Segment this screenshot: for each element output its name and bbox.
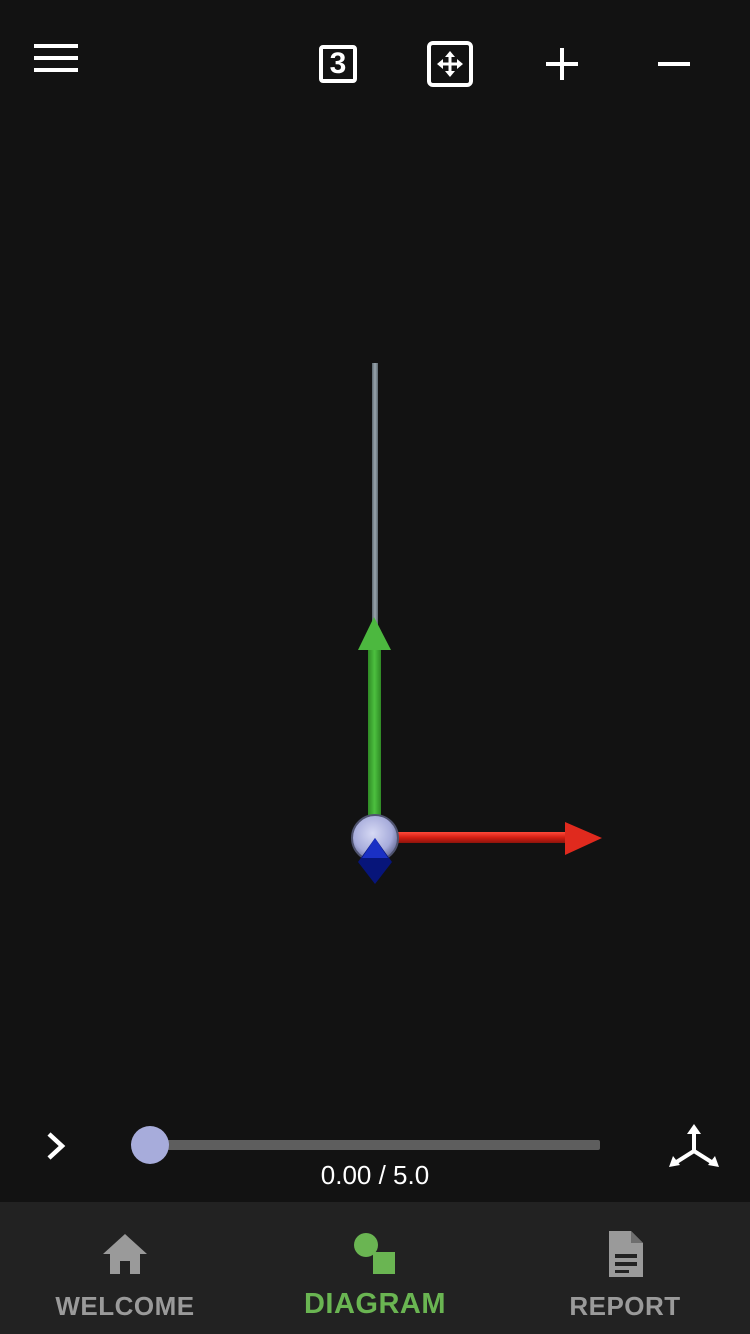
- shapes-icon: [350, 1230, 400, 1278]
- fit-to-screen-button[interactable]: [424, 38, 476, 90]
- time-slider-thumb[interactable]: [131, 1126, 169, 1164]
- zoom-in-button[interactable]: [536, 38, 588, 90]
- top-toolbar: 3: [0, 0, 750, 120]
- nav-report-label: REPORT: [569, 1291, 681, 1321]
- view-3d-button[interactable]: 3: [312, 38, 364, 90]
- nav-diagram-label: DIAGRAM: [303, 1288, 447, 1320]
- grey-rod: [372, 363, 378, 625]
- nav-report[interactable]: REPORT: [500, 1202, 750, 1334]
- time-label: 0.00 / 5.0: [320, 1160, 430, 1190]
- axes-triad-button[interactable]: [666, 1120, 722, 1176]
- playback-controls: 0.00 / 5.0: [0, 1110, 750, 1202]
- home-icon: [100, 1230, 150, 1278]
- nav-welcome[interactable]: WELCOME: [0, 1202, 250, 1334]
- diagram-canvas[interactable]: [0, 120, 750, 1110]
- x-axis-arrow: [393, 822, 602, 855]
- bottom-navigation: WELCOME DIAGRAM REPORT: [0, 1202, 750, 1334]
- scene-viewport: [351, 363, 602, 884]
- fit-to-screen-icon: [427, 41, 473, 87]
- nav-diagram[interactable]: DIAGRAM: [250, 1202, 500, 1334]
- time-slider-track[interactable]: [150, 1140, 600, 1150]
- nav-welcome-label: WELCOME: [55, 1291, 195, 1321]
- view-3d-icon: 3: [319, 45, 357, 83]
- zoom-out-button[interactable]: [648, 38, 700, 90]
- hamburger-icon: [34, 44, 78, 72]
- minus-icon: [658, 62, 690, 66]
- chevron-right-icon: [47, 1132, 66, 1160]
- axes-triad-icon: [669, 1124, 719, 1167]
- menu-button[interactable]: [30, 36, 82, 80]
- plus-icon: [546, 48, 578, 80]
- y-axis-arrow: [358, 617, 391, 818]
- play-button[interactable]: [36, 1126, 76, 1166]
- view-3d-label: 3: [329, 47, 347, 80]
- document-icon: [600, 1230, 650, 1278]
